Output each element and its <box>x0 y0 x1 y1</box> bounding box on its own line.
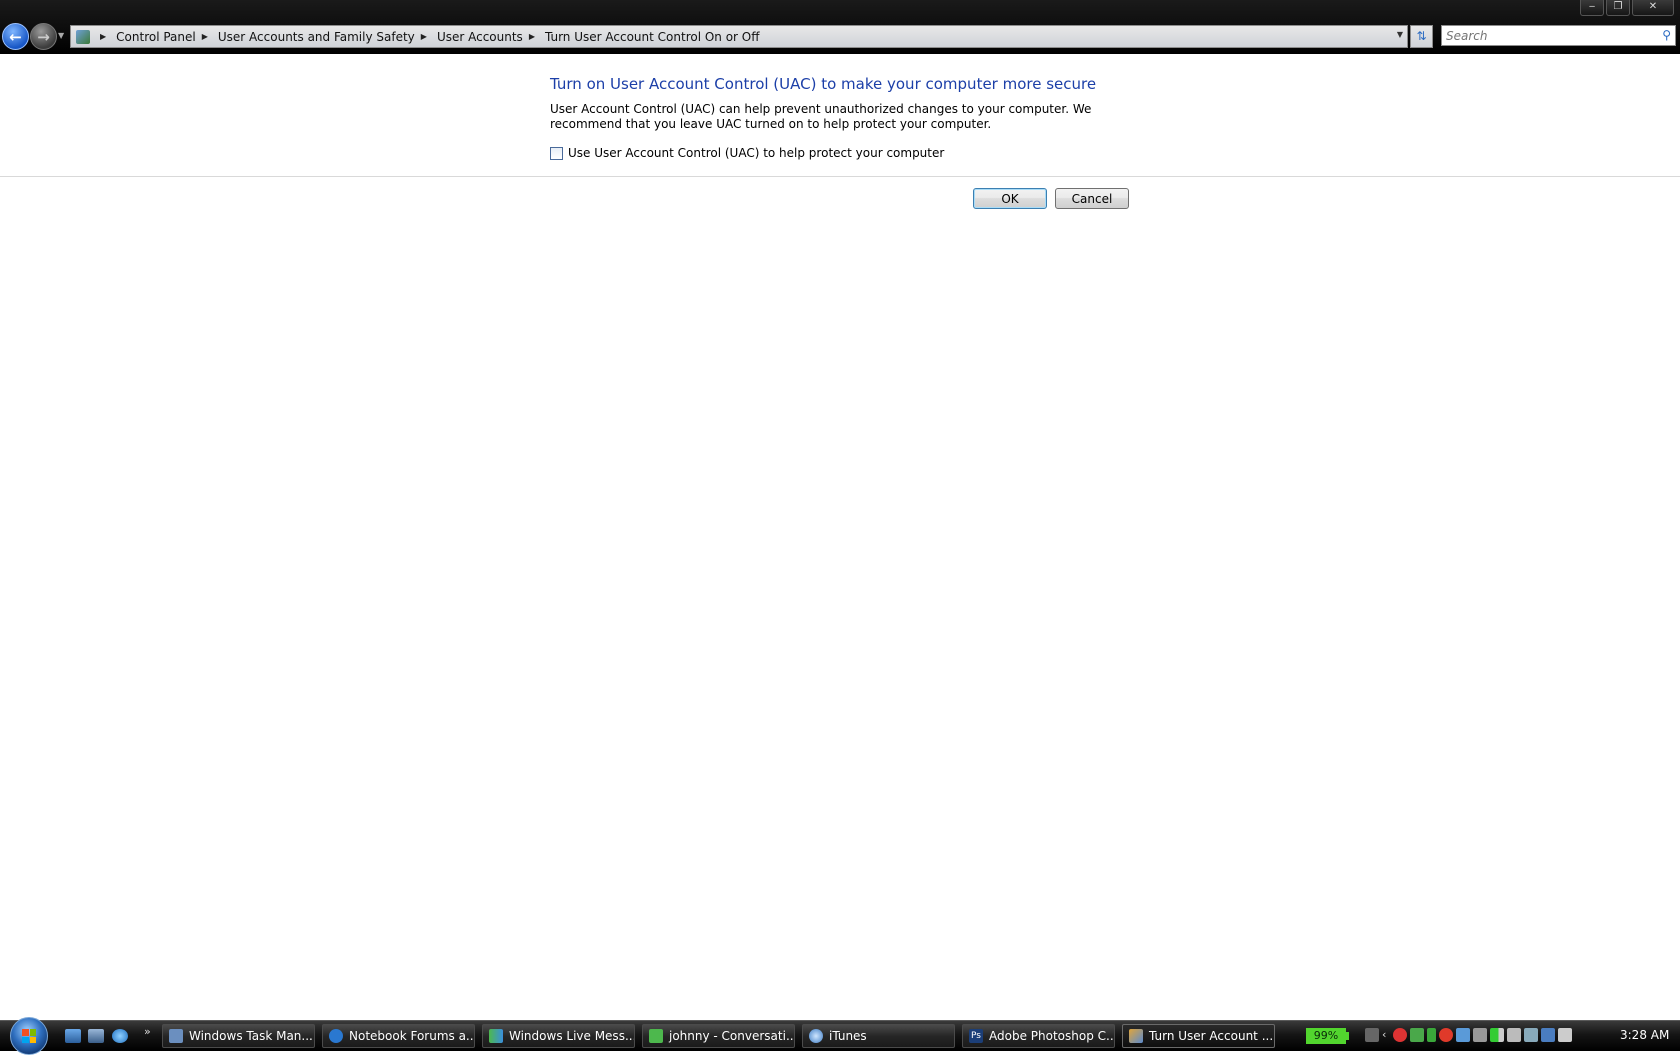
users-icon[interactable] <box>1456 1028 1470 1042</box>
messenger-icon <box>489 1029 503 1043</box>
maximize-button[interactable]: ❐ <box>1606 0 1630 16</box>
back-button[interactable]: ← <box>2 23 29 50</box>
content-area: Turn on User Account Control (UAC) to ma… <box>0 54 1680 1020</box>
back-arrow-icon: ← <box>9 27 22 46</box>
address-bar[interactable]: ▶ Control Panel ▶ User Accounts and Fami… <box>70 25 1408 48</box>
battery-cap <box>1346 1032 1349 1040</box>
ok-button[interactable]: OK <box>973 188 1047 209</box>
messenger-contact-icon <box>649 1029 663 1043</box>
taskbar-item-label: Windows Task Man... <box>189 1029 313 1043</box>
windows-logo-icon <box>22 1029 36 1043</box>
security-alert-icon[interactable] <box>1393 1028 1407 1042</box>
taskbar-item-itunes[interactable]: iTunes <box>802 1024 955 1048</box>
forward-button[interactable]: → <box>30 23 57 50</box>
search-input[interactable] <box>1442 26 1646 45</box>
uac-option[interactable]: Use User Account Control (UAC) to help p… <box>550 146 944 160</box>
system-tray: ‹ <box>1365 1028 1572 1042</box>
refresh-button[interactable]: ⇅ <box>1410 25 1433 48</box>
breadcrumb-user-accounts[interactable]: User Accounts <box>437 30 523 44</box>
ie-quicklaunch-icon[interactable] <box>112 1029 128 1043</box>
taskbar-item-label: iTunes <box>829 1029 867 1043</box>
window-controls: ‒ ❐ ✕ <box>1578 0 1674 16</box>
minimize-button[interactable]: ‒ <box>1580 0 1604 16</box>
power-plug-icon[interactable] <box>1365 1028 1379 1042</box>
taskbar-item-label: Turn User Account ... <box>1149 1029 1274 1043</box>
taskbar-item-photoshop[interactable]: Ps Adobe Photoshop C... <box>962 1024 1115 1048</box>
ie-icon <box>329 1029 343 1043</box>
start-button[interactable] <box>10 1017 48 1055</box>
breadcrumb-arrow-icon[interactable]: ▶ <box>529 32 535 41</box>
breadcrumb-arrow-icon[interactable]: ▶ <box>100 32 106 41</box>
uac-checkbox-label[interactable]: Use User Account Control (UAC) to help p… <box>568 146 944 160</box>
taskbar-item-label: Adobe Photoshop C... <box>989 1029 1115 1043</box>
uac-checkbox[interactable] <box>550 146 563 160</box>
taskbar-item-notebook-forums[interactable]: Notebook Forums a... <box>322 1024 475 1048</box>
itunes-icon <box>809 1029 823 1043</box>
clock[interactable]: 3:28 AM <box>1620 1028 1669 1042</box>
status-green-icon[interactable] <box>1427 1028 1436 1042</box>
volume-icon[interactable] <box>1558 1028 1572 1042</box>
address-dropdown-icon[interactable]: ▼ <box>1397 30 1403 39</box>
wireless-signal-icon[interactable] <box>1490 1028 1504 1042</box>
taskbar-item-task-manager[interactable]: Windows Task Man... <box>162 1024 315 1048</box>
breadcrumb-user-accounts-family-safety[interactable]: User Accounts and Family Safety <box>218 30 415 44</box>
refresh-icon: ⇅ <box>1416 29 1427 43</box>
taskbar-item-label: Windows Live Mess... <box>509 1029 635 1043</box>
recent-pages-dropdown-icon[interactable]: ▼ <box>58 31 64 40</box>
page-description: User Account Control (UAC) can help prev… <box>550 102 1092 131</box>
taskbar-item-conversation[interactable]: johnny - Conversati... <box>642 1024 795 1048</box>
messenger-tray-icon[interactable] <box>1410 1028 1424 1042</box>
divider <box>0 176 1680 177</box>
window-titlebar: ‒ ❐ ✕ ← → ▼ ▶ Control Panel ▶ User Accou… <box>0 0 1680 54</box>
photoshop-icon: Ps <box>969 1029 983 1043</box>
page-title: Turn on User Account Control (UAC) to ma… <box>550 75 1097 93</box>
taskbar-item-turn-uac[interactable]: Turn User Account ... <box>1122 1024 1275 1048</box>
task-manager-icon <box>169 1029 183 1043</box>
cancel-button[interactable]: Cancel <box>1055 188 1129 209</box>
breadcrumb-arrow-icon[interactable]: ▶ <box>421 32 427 41</box>
red-app-icon[interactable] <box>1439 1028 1453 1042</box>
close-button[interactable]: ✕ <box>1632 0 1674 16</box>
forward-arrow-icon: → <box>37 27 50 46</box>
taskbar: » Windows Task Man... Notebook Forums a.… <box>0 1017 1680 1055</box>
taskbar-item-live-messenger[interactable]: Windows Live Mess... <box>482 1024 635 1048</box>
search-icon[interactable]: ⚲ <box>1662 28 1671 42</box>
monitor-icon[interactable] <box>1541 1028 1555 1042</box>
switch-windows-icon[interactable] <box>88 1029 104 1043</box>
breadcrumb-control-panel[interactable]: Control Panel <box>116 30 196 44</box>
show-desktop-icon[interactable] <box>65 1029 81 1043</box>
search-box[interactable]: ⚲ <box>1441 25 1676 46</box>
quick-launch-overflow-icon[interactable]: » <box>144 1025 151 1038</box>
control-panel-icon <box>1129 1029 1143 1043</box>
breadcrumb-current-page[interactable]: Turn User Account Control On or Off <box>545 30 760 44</box>
battery-indicator[interactable]: 99% <box>1306 1028 1346 1044</box>
breadcrumb-arrow-icon[interactable]: ▶ <box>202 32 208 41</box>
taskbar-item-label: Notebook Forums a... <box>349 1029 475 1043</box>
control-panel-icon <box>76 29 90 44</box>
printer-icon[interactable] <box>1524 1028 1538 1042</box>
device-icon[interactable] <box>1473 1028 1487 1042</box>
network-icon[interactable] <box>1507 1028 1521 1042</box>
show-hidden-icons-icon[interactable]: ‹ <box>1382 1028 1390 1042</box>
taskbar-item-label: johnny - Conversati... <box>669 1029 795 1043</box>
